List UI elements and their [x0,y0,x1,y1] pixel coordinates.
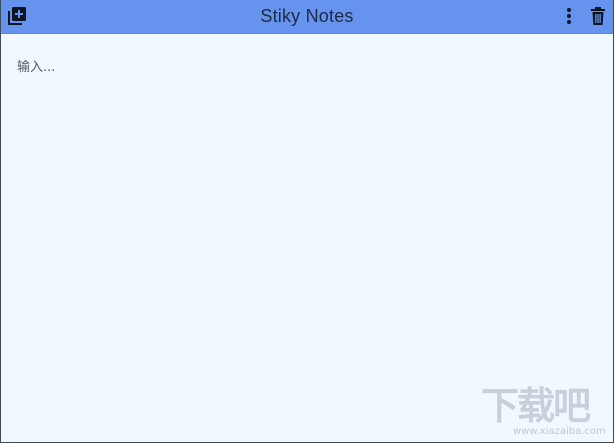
window-title: Stiky Notes [260,6,354,26]
note-text-input[interactable] [17,56,597,426]
trash-icon [591,7,605,25]
title-bar[interactable]: Stiky Notes [1,0,613,34]
more-options-button[interactable] [559,6,579,26]
delete-note-button[interactable] [588,6,608,26]
note-body [1,34,613,442]
sticky-note-window: Stiky Notes 输入... 下载吧 www.xiazaiba.com [0,0,614,443]
add-note-icon [8,7,26,25]
add-note-button[interactable] [7,6,27,26]
more-vert-icon [567,8,571,24]
